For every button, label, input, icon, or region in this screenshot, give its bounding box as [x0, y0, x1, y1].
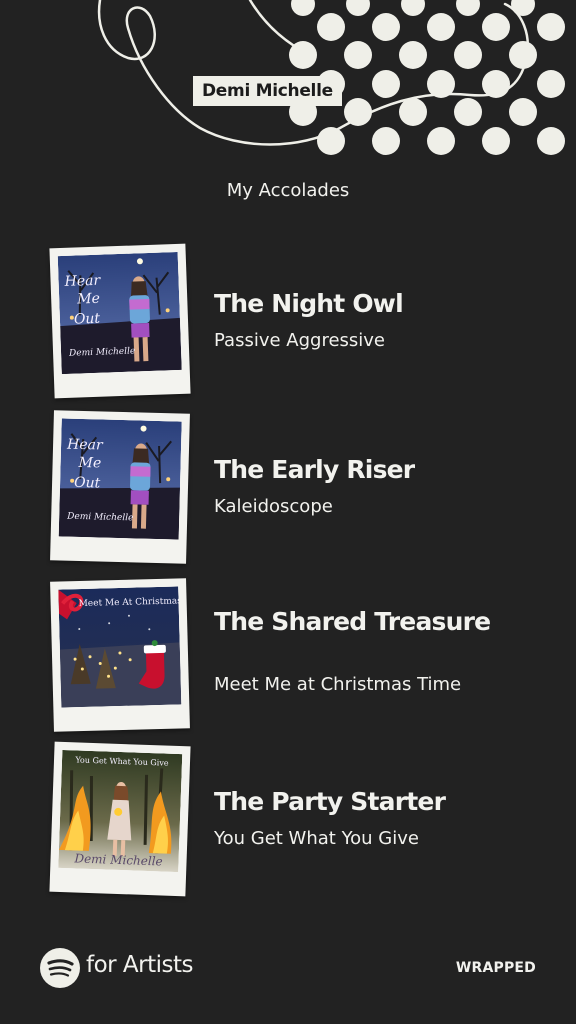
brand-label: for Artists [86, 952, 194, 978]
album-cover-polaroid: You Get What You Give Demi Michelle [49, 741, 191, 897]
accolade-title: The Night Owl [214, 289, 404, 318]
accolade-card: Meet Me At Christmas Time The Shared Tre… [0, 578, 576, 740]
page-heading: My Accolades [226, 180, 350, 201]
album-cover-art: Meet Me At Christmas Time [58, 586, 181, 708]
accolade-title: The Early Riser [214, 455, 415, 484]
album-cover-art: Hear Me Out Demi Michelle [58, 418, 182, 540]
album-cover-polaroid: Hear Me Out Demi Michelle [49, 243, 191, 399]
accolade-song: Meet Me at Christmas Time [214, 674, 462, 695]
svg-text:Me: Me [76, 291, 100, 308]
accolade-song: Kaleidoscope [214, 496, 333, 517]
svg-text:Hear: Hear [66, 437, 104, 454]
spotify-logo-icon [40, 948, 80, 988]
svg-text:Out: Out [74, 475, 101, 492]
svg-text:Hear: Hear [63, 273, 101, 290]
album-cover-art: You Get What You Give Demi Michelle [58, 749, 183, 873]
album-cover-polaroid: Meet Me At Christmas Time [50, 578, 190, 732]
album-cover-polaroid: Hear Me Out Demi Michelle [50, 410, 190, 564]
svg-text:Out: Out [74, 311, 101, 328]
svg-text:Me: Me [77, 455, 101, 472]
accolade-song: Passive Aggressive [214, 330, 386, 351]
accolade-song: You Get What You Give [214, 828, 419, 849]
wrapped-label: WRAPPED [455, 960, 536, 976]
artist-name-tag: Demi Michelle [193, 76, 342, 106]
accolade-card: You Get What You Give Demi Michelle The … [0, 741, 576, 904]
accolade-title: The Party Starter [214, 787, 446, 816]
accolade-title: The Shared Treasure [214, 607, 491, 636]
accolade-card: Hear Me Out Demi Michelle The Night Owl … [0, 243, 576, 406]
accolade-card: Hear Me Out Demi Michelle The Early Rise… [0, 410, 576, 572]
svg-text:Demi Michelle: Demi Michelle [66, 512, 133, 524]
header-decoration [97, 0, 565, 155]
album-cover-art: Hear Me Out Demi Michelle [57, 251, 182, 375]
